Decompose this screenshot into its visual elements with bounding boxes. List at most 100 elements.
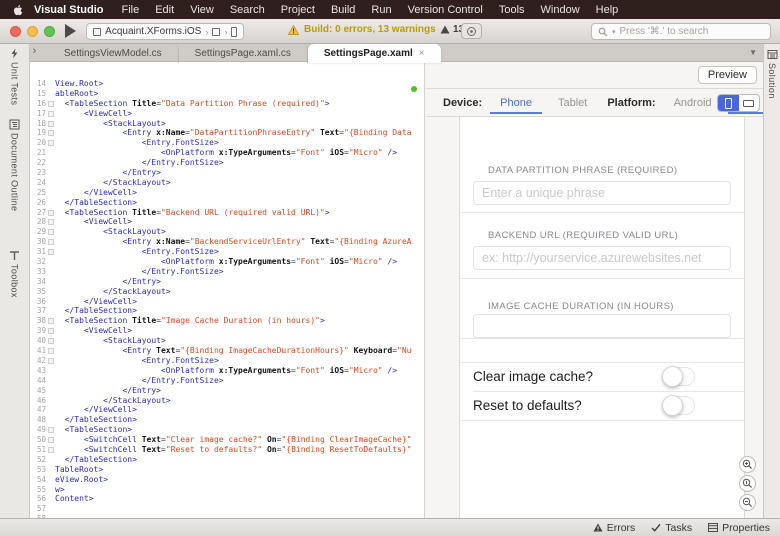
menu-item-search[interactable]: Search [222, 4, 273, 16]
code-line[interactable]: 42 <Entry.FontSize> [30, 356, 424, 366]
code-line[interactable]: 15ableRoot> [30, 89, 424, 99]
code-line[interactable]: 45 </Entry> [30, 386, 424, 396]
code-line[interactable]: 51 <SwitchCell Text="Reset to defaults?"… [30, 445, 424, 455]
code-line[interactable]: 37 </TableSection> [30, 306, 424, 316]
status-bar-tasks-button[interactable]: Tasks [651, 522, 692, 534]
code-fold-marker[interactable] [46, 336, 55, 346]
code-line[interactable]: 20 <Entry.FontSize> [30, 138, 424, 148]
window-minimize-button[interactable] [27, 26, 38, 37]
code-line[interactable]: 33 </Entry.FontSize> [30, 267, 424, 277]
orientation-landscape-button[interactable] [739, 95, 760, 111]
code-line[interactable]: 21 <OnPlatform x:TypeArguments="Font" iO… [30, 148, 424, 158]
form-field-input[interactable]: Enter a unique phrase [473, 181, 731, 205]
code-line[interactable]: 38 <TableSection Title="Image Cache Dura… [30, 316, 424, 326]
window-zoom-button[interactable] [44, 26, 55, 37]
build-status[interactable]: Build: 0 errors, 13 warnings [288, 24, 436, 35]
device-option-phone[interactable]: Phone [494, 89, 538, 117]
code-line[interactable]: 31 <Entry.FontSize> [30, 247, 424, 257]
code-fold-marker[interactable] [46, 128, 55, 138]
code-line[interactable]: 25 </ViewCell> [30, 188, 424, 198]
form-field-input[interactable]: ex: http://yourservice.azurewebsites.net [473, 246, 731, 270]
code-line[interactable]: 44 </Entry.FontSize> [30, 376, 424, 386]
run-configuration-breadcrumb[interactable]: Acquaint.XForms.iOS › › [86, 23, 244, 40]
menu-item-help[interactable]: Help [588, 4, 627, 16]
tab-close-icon[interactable]: × [419, 48, 425, 59]
code-fold-marker[interactable] [46, 425, 55, 435]
tab-settingspage-xaml[interactable]: SettingsPage.xaml× [308, 44, 441, 63]
code-fold-marker[interactable] [46, 326, 55, 336]
zoom-actual-size-button[interactable] [739, 475, 756, 492]
orientation-portrait-button[interactable] [718, 95, 739, 111]
menu-item-build[interactable]: Build [323, 4, 363, 16]
sidebar-item-document-outline[interactable]: Document Outline [9, 119, 20, 211]
menu-app-name[interactable]: Visual Studio [32, 4, 113, 16]
code-line[interactable]: 57 [30, 504, 424, 514]
code-line[interactable]: 36 </ViewCell> [30, 297, 424, 307]
code-line[interactable]: 48 </TableSection> [30, 415, 424, 425]
code-line[interactable]: 17 <ViewCell> [30, 109, 424, 119]
search-scope-chevron-icon[interactable]: ▾ [612, 28, 616, 36]
code-line[interactable]: 23 </Entry> [30, 168, 424, 178]
code-fold-marker[interactable] [46, 119, 55, 129]
code-line[interactable]: 55w> [30, 485, 424, 495]
code-line[interactable]: 35 </StackLayout> [30, 287, 424, 297]
code-line[interactable]: 32 <OnPlatform x:TypeArguments="Font" iO… [30, 257, 424, 267]
code-line[interactable]: 19 <Entry x:Name="DataPartitionPhraseEnt… [30, 128, 424, 138]
code-fold-marker[interactable] [46, 316, 55, 326]
toggle-switch-off[interactable] [663, 396, 695, 415]
code-line[interactable]: 47 </ViewCell> [30, 405, 424, 415]
code-fold-marker[interactable] [46, 356, 55, 366]
code-fold-marker[interactable] [46, 109, 55, 119]
code-line[interactable]: 16 <TableSection Title="Data Partition P… [30, 99, 424, 109]
run-button[interactable] [62, 24, 78, 38]
menu-item-run[interactable]: Run [363, 4, 399, 16]
menu-item-version-control[interactable]: Version Control [400, 4, 491, 16]
menu-item-tools[interactable]: Tools [491, 4, 533, 16]
code-line[interactable]: 14View.Root> [30, 79, 424, 89]
menu-item-project[interactable]: Project [273, 4, 323, 16]
code-line[interactable]: 40 <StackLayout> [30, 336, 424, 346]
window-close-button[interactable] [10, 26, 21, 37]
code-line[interactable]: 53TableRoot> [30, 465, 424, 475]
code-line[interactable]: 28 <ViewCell> [30, 217, 424, 227]
device-option-tablet[interactable]: Tablet [552, 89, 593, 117]
code-line[interactable]: 27 <TableSection Title="Backend URL (req… [30, 208, 424, 218]
code-line[interactable]: 56Content> [30, 494, 424, 504]
code-fold-marker[interactable] [46, 99, 55, 109]
preview-button[interactable]: Preview [698, 66, 757, 84]
code-fold-marker[interactable] [46, 217, 55, 227]
form-field-input[interactable] [473, 314, 731, 338]
code-fold-marker[interactable] [46, 138, 55, 148]
code-fold-marker[interactable] [46, 435, 55, 445]
code-line[interactable]: 39 <ViewCell> [30, 326, 424, 336]
code-fold-marker[interactable] [46, 346, 55, 356]
code-line[interactable]: 43 <OnPlatform x:TypeArguments="Font" iO… [30, 366, 424, 376]
menu-item-edit[interactable]: Edit [147, 4, 182, 16]
code-line[interactable]: 29 <StackLayout> [30, 227, 424, 237]
code-line[interactable]: 18 <StackLayout> [30, 119, 424, 129]
code-line[interactable]: 34 </Entry> [30, 277, 424, 287]
navigate-forward-button[interactable]: › [33, 45, 37, 57]
code-fold-marker[interactable] [46, 237, 55, 247]
menu-item-window[interactable]: Window [533, 4, 588, 16]
code-fold-marker[interactable] [46, 227, 55, 237]
code-line[interactable]: 41 <Entry Text="{Binding ImageCacheDurat… [30, 346, 424, 356]
code-line[interactable]: 54eView.Root> [30, 475, 424, 485]
apple-logo-icon[interactable] [12, 4, 24, 16]
code-fold-marker[interactable] [46, 445, 55, 455]
code-line[interactable]: 50 <SwitchCell Text="Clear image cache?"… [30, 435, 424, 445]
sidebar-item-unit-tests[interactable]: Unit Tests [9, 48, 20, 105]
code-fold-marker[interactable] [46, 247, 55, 257]
status-bar-properties-button[interactable]: Properties [708, 522, 770, 534]
code-line[interactable]: 30 <Entry x:Name="BackendServiceUrlEntry… [30, 237, 424, 247]
toggle-switch-off[interactable] [663, 367, 695, 386]
tab-settingspage-xaml-cs[interactable]: SettingsPage.xaml.cs [179, 44, 308, 63]
tab-settingsviewmodel-cs[interactable]: SettingsViewModel.cs [48, 44, 179, 63]
tab-overflow-chevron-icon[interactable]: ▼ [749, 48, 757, 57]
code-line[interactable]: 22 </Entry.FontSize> [30, 158, 424, 168]
menu-item-view[interactable]: View [182, 4, 222, 16]
menu-item-file[interactable]: File [113, 4, 147, 16]
code-line[interactable]: 49 <TableSection> [30, 425, 424, 435]
code-fold-marker[interactable] [46, 208, 55, 218]
code-line[interactable]: 24 </StackLayout> [30, 178, 424, 188]
